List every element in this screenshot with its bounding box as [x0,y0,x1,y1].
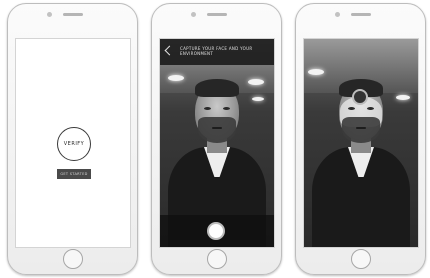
analysis-screen [303,38,419,248]
camera-controls [160,215,274,247]
ceiling-light [248,79,264,85]
face-tracking-marker [352,89,368,105]
speaker-slot [62,13,83,16]
person-eye [223,107,230,110]
person-mouth [212,127,222,129]
person-eye [204,107,211,110]
person-mouth [356,127,366,129]
get-started-button[interactable]: GET STARTED [57,169,91,179]
ceiling-light [308,69,324,75]
capture-screen: CAPTURE YOUR FACE AND YOUR ENVIRONMENT [159,38,275,248]
get-started-label: GET STARTED [60,172,88,176]
home-button[interactable] [62,249,83,269]
phone-verify: VERIFY GET STARTED [7,3,138,275]
verify-screen: VERIFY GET STARTED [15,38,131,248]
shutter-icon[interactable] [207,222,225,240]
instruction-banner: CAPTURE YOUR FACE AND YOUR ENVIRONMENT [160,39,274,65]
front-camera-icon [335,12,340,17]
phone-capture: CAPTURE YOUR FACE AND YOUR ENVIRONMENT [151,3,282,275]
person-hair [195,79,239,97]
ceiling-light [252,97,264,101]
instruction-text: CAPTURE YOUR FACE AND YOUR ENVIRONMENT [180,46,253,56]
ceiling-light [168,75,184,81]
home-button[interactable] [350,249,371,269]
front-camera-icon [47,12,52,17]
person-eye [367,107,374,110]
speaker-slot [350,13,371,16]
back-chevron-icon[interactable] [164,45,175,56]
verify-label: VERIFY [63,141,85,147]
front-camera-icon [191,12,196,17]
home-button[interactable] [206,249,227,269]
person-eye [348,107,355,110]
person-beard [198,117,236,143]
speaker-slot [206,13,227,16]
verify-logo: VERIFY [57,127,91,161]
person-beard [342,117,380,143]
camera-feed [304,39,418,247]
phone-analysis [295,3,426,275]
ceiling-light [396,95,410,100]
